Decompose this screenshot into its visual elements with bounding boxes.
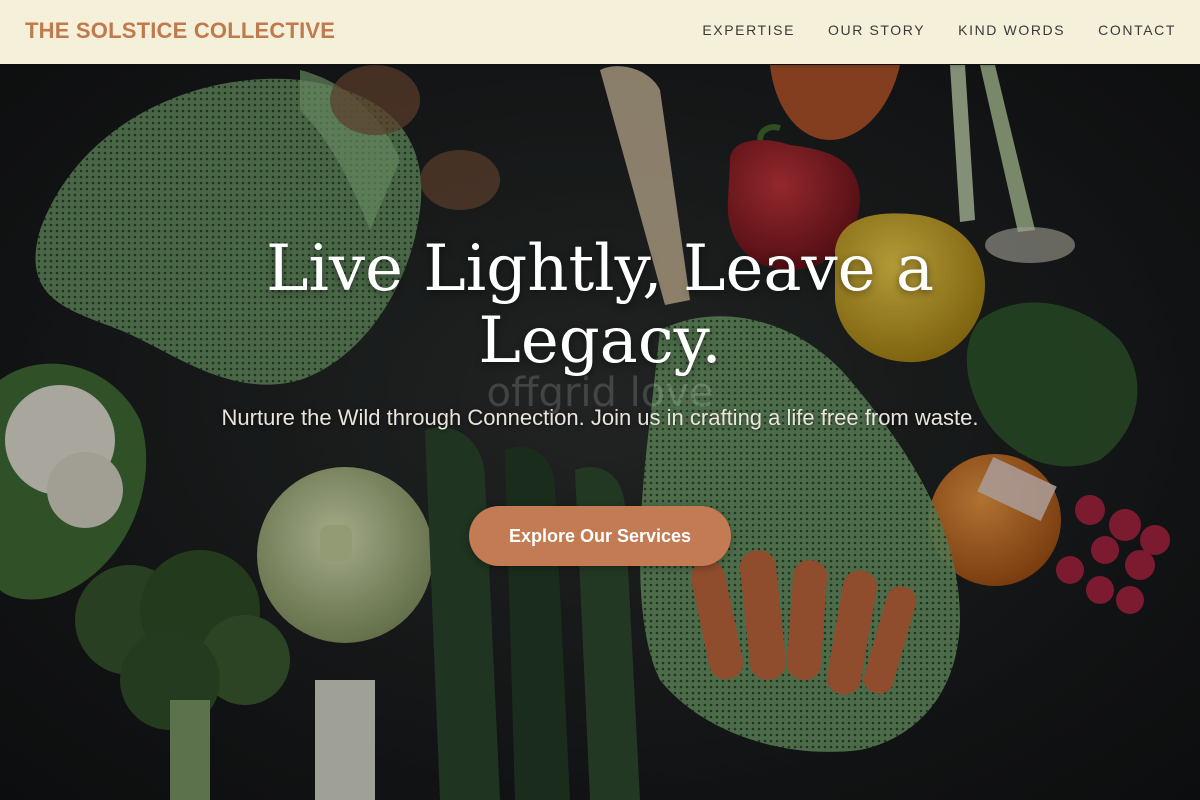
nav-link-kind-words[interactable]: KIND WORDS <box>958 22 1065 38</box>
hero-headline: Live Lightly, Leave a Legacy. <box>265 232 935 378</box>
explore-services-button[interactable]: Explore Our Services <box>469 506 731 566</box>
nav-link-our-story[interactable]: OUR STORY <box>828 22 925 38</box>
main-nav: EXPERTISE OUR STORY KIND WORDS CONTACT <box>702 22 1176 38</box>
top-navbar: THE SOLSTICE COLLECTIVE EXPERTISE OUR ST… <box>0 0 1200 64</box>
hero-subheadline: Nurture the Wild through Connection. Joi… <box>221 405 979 430</box>
nav-link-contact[interactable]: CONTACT <box>1098 22 1176 38</box>
nav-link-expertise[interactable]: EXPERTISE <box>702 22 795 38</box>
hero-section: offgrid love Live Lightly, Leave a Legac… <box>0 0 1200 800</box>
brand-logo-text[interactable]: THE SOLSTICE COLLECTIVE <box>25 18 335 44</box>
